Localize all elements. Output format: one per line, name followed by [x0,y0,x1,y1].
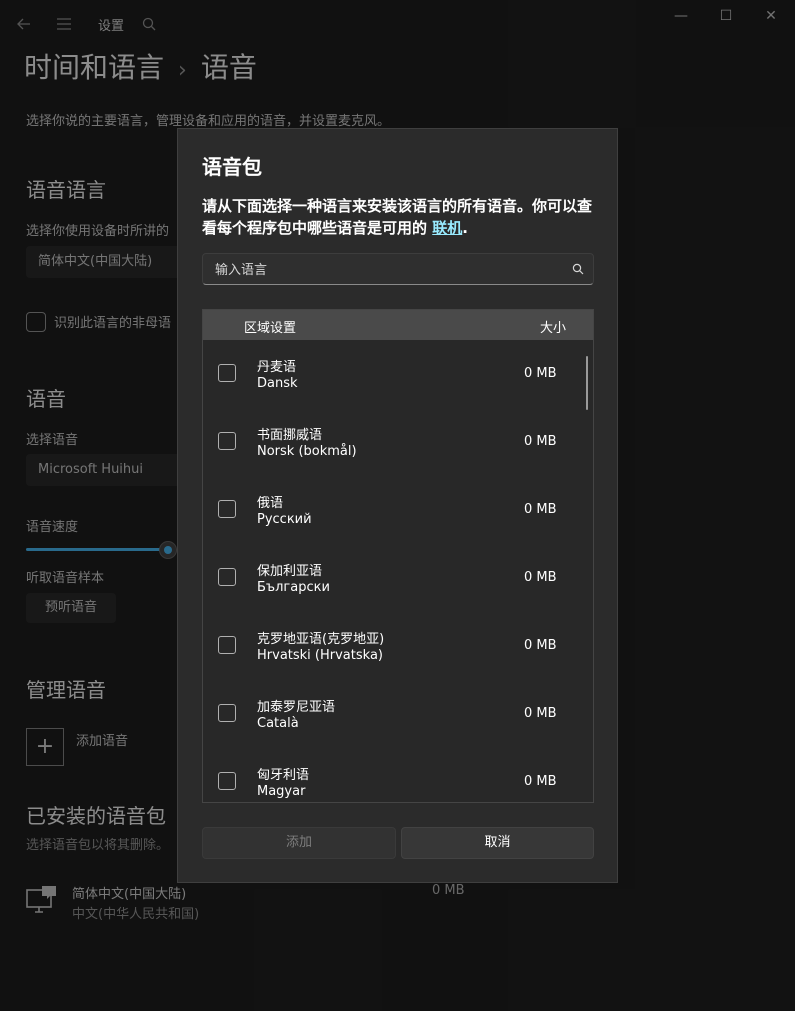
row-checkbox[interactable] [218,568,236,586]
row-native-name: Русский [257,512,312,527]
list-header: 区域设置 大小 [203,310,593,340]
row-checkbox[interactable] [218,432,236,450]
list-item[interactable]: 俄语 Русский 0 MB [203,476,593,544]
row-language-name: 匈牙利语 [257,768,310,783]
row-language-name: 加泰罗尼亚语 [257,700,336,715]
language-search-box[interactable] [202,253,594,286]
row-native-name: Magyar [257,784,306,799]
cancel-button[interactable]: 取消 [401,827,594,859]
list-item[interactable]: 加泰罗尼亚语 Català 0 MB [203,680,593,748]
row-native-name: Български [257,580,330,595]
row-language-name: 保加利亚语 [257,564,323,579]
row-native-name: Hrvatski (Hrvatska) [257,648,383,663]
row-size: 0 MB [524,638,557,653]
row-checkbox[interactable] [218,772,236,790]
row-language-name: 丹麦语 [257,360,297,375]
row-size: 0 MB [524,570,557,585]
row-size: 0 MB [524,774,557,789]
list-item[interactable]: 书面挪威语 Norsk (bokmål) 0 MB [203,408,593,476]
row-language-name: 书面挪威语 [257,428,323,443]
list-item[interactable]: 保加利亚语 Български 0 MB [203,544,593,612]
row-checkbox[interactable] [218,636,236,654]
row-language-name: 俄语 [257,496,284,511]
voice-pack-dialog: 语音包 请从下面选择一种语言来安装该语言的所有语音。你可以查看每个程序包中哪些语… [177,128,618,883]
row-size: 0 MB [524,502,557,517]
column-header-region[interactable]: 区域设置 [244,317,296,336]
row-native-name: Català [257,716,299,731]
list-item[interactable]: 克罗地亚语(克罗地亚) Hrvatski (Hrvatska) 0 MB [203,612,593,680]
row-language-name: 克罗地亚语(克罗地亚) [257,632,385,647]
list-scrollbar[interactable] [586,356,588,410]
row-checkbox[interactable] [218,364,236,382]
dialog-description-end: . [462,219,468,237]
list-item[interactable]: 匈牙利语 Magyar 0 MB [203,748,593,802]
add-button[interactable]: 添加 [202,827,396,859]
row-native-name: Dansk [257,376,298,391]
dialog-title: 语音包 [202,155,262,179]
row-size: 0 MB [524,434,557,449]
row-size: 0 MB [524,706,557,721]
language-search-input[interactable] [213,254,557,286]
row-checkbox[interactable] [218,500,236,518]
column-header-size[interactable]: 大小 [540,317,566,336]
online-link[interactable]: 联机 [432,219,462,237]
list-item[interactable]: 丹麦语 Dansk 0 MB [203,340,593,408]
language-list: 区域设置 大小 丹麦语 Dansk 0 MB 书面挪威语 Norsk (bokm… [202,309,594,803]
search-icon[interactable] [572,263,584,275]
row-size: 0 MB [524,366,557,381]
row-native-name: Norsk (bokmål) [257,444,357,459]
dialog-description-text: 请从下面选择一种语言来安装该语言的所有语音。你可以查看每个程序包中哪些语音是可用… [202,197,593,237]
dialog-description: 请从下面选择一种语言来安装该语言的所有语音。你可以查看每个程序包中哪些语音是可用… [202,195,598,239]
row-checkbox[interactable] [218,704,236,722]
